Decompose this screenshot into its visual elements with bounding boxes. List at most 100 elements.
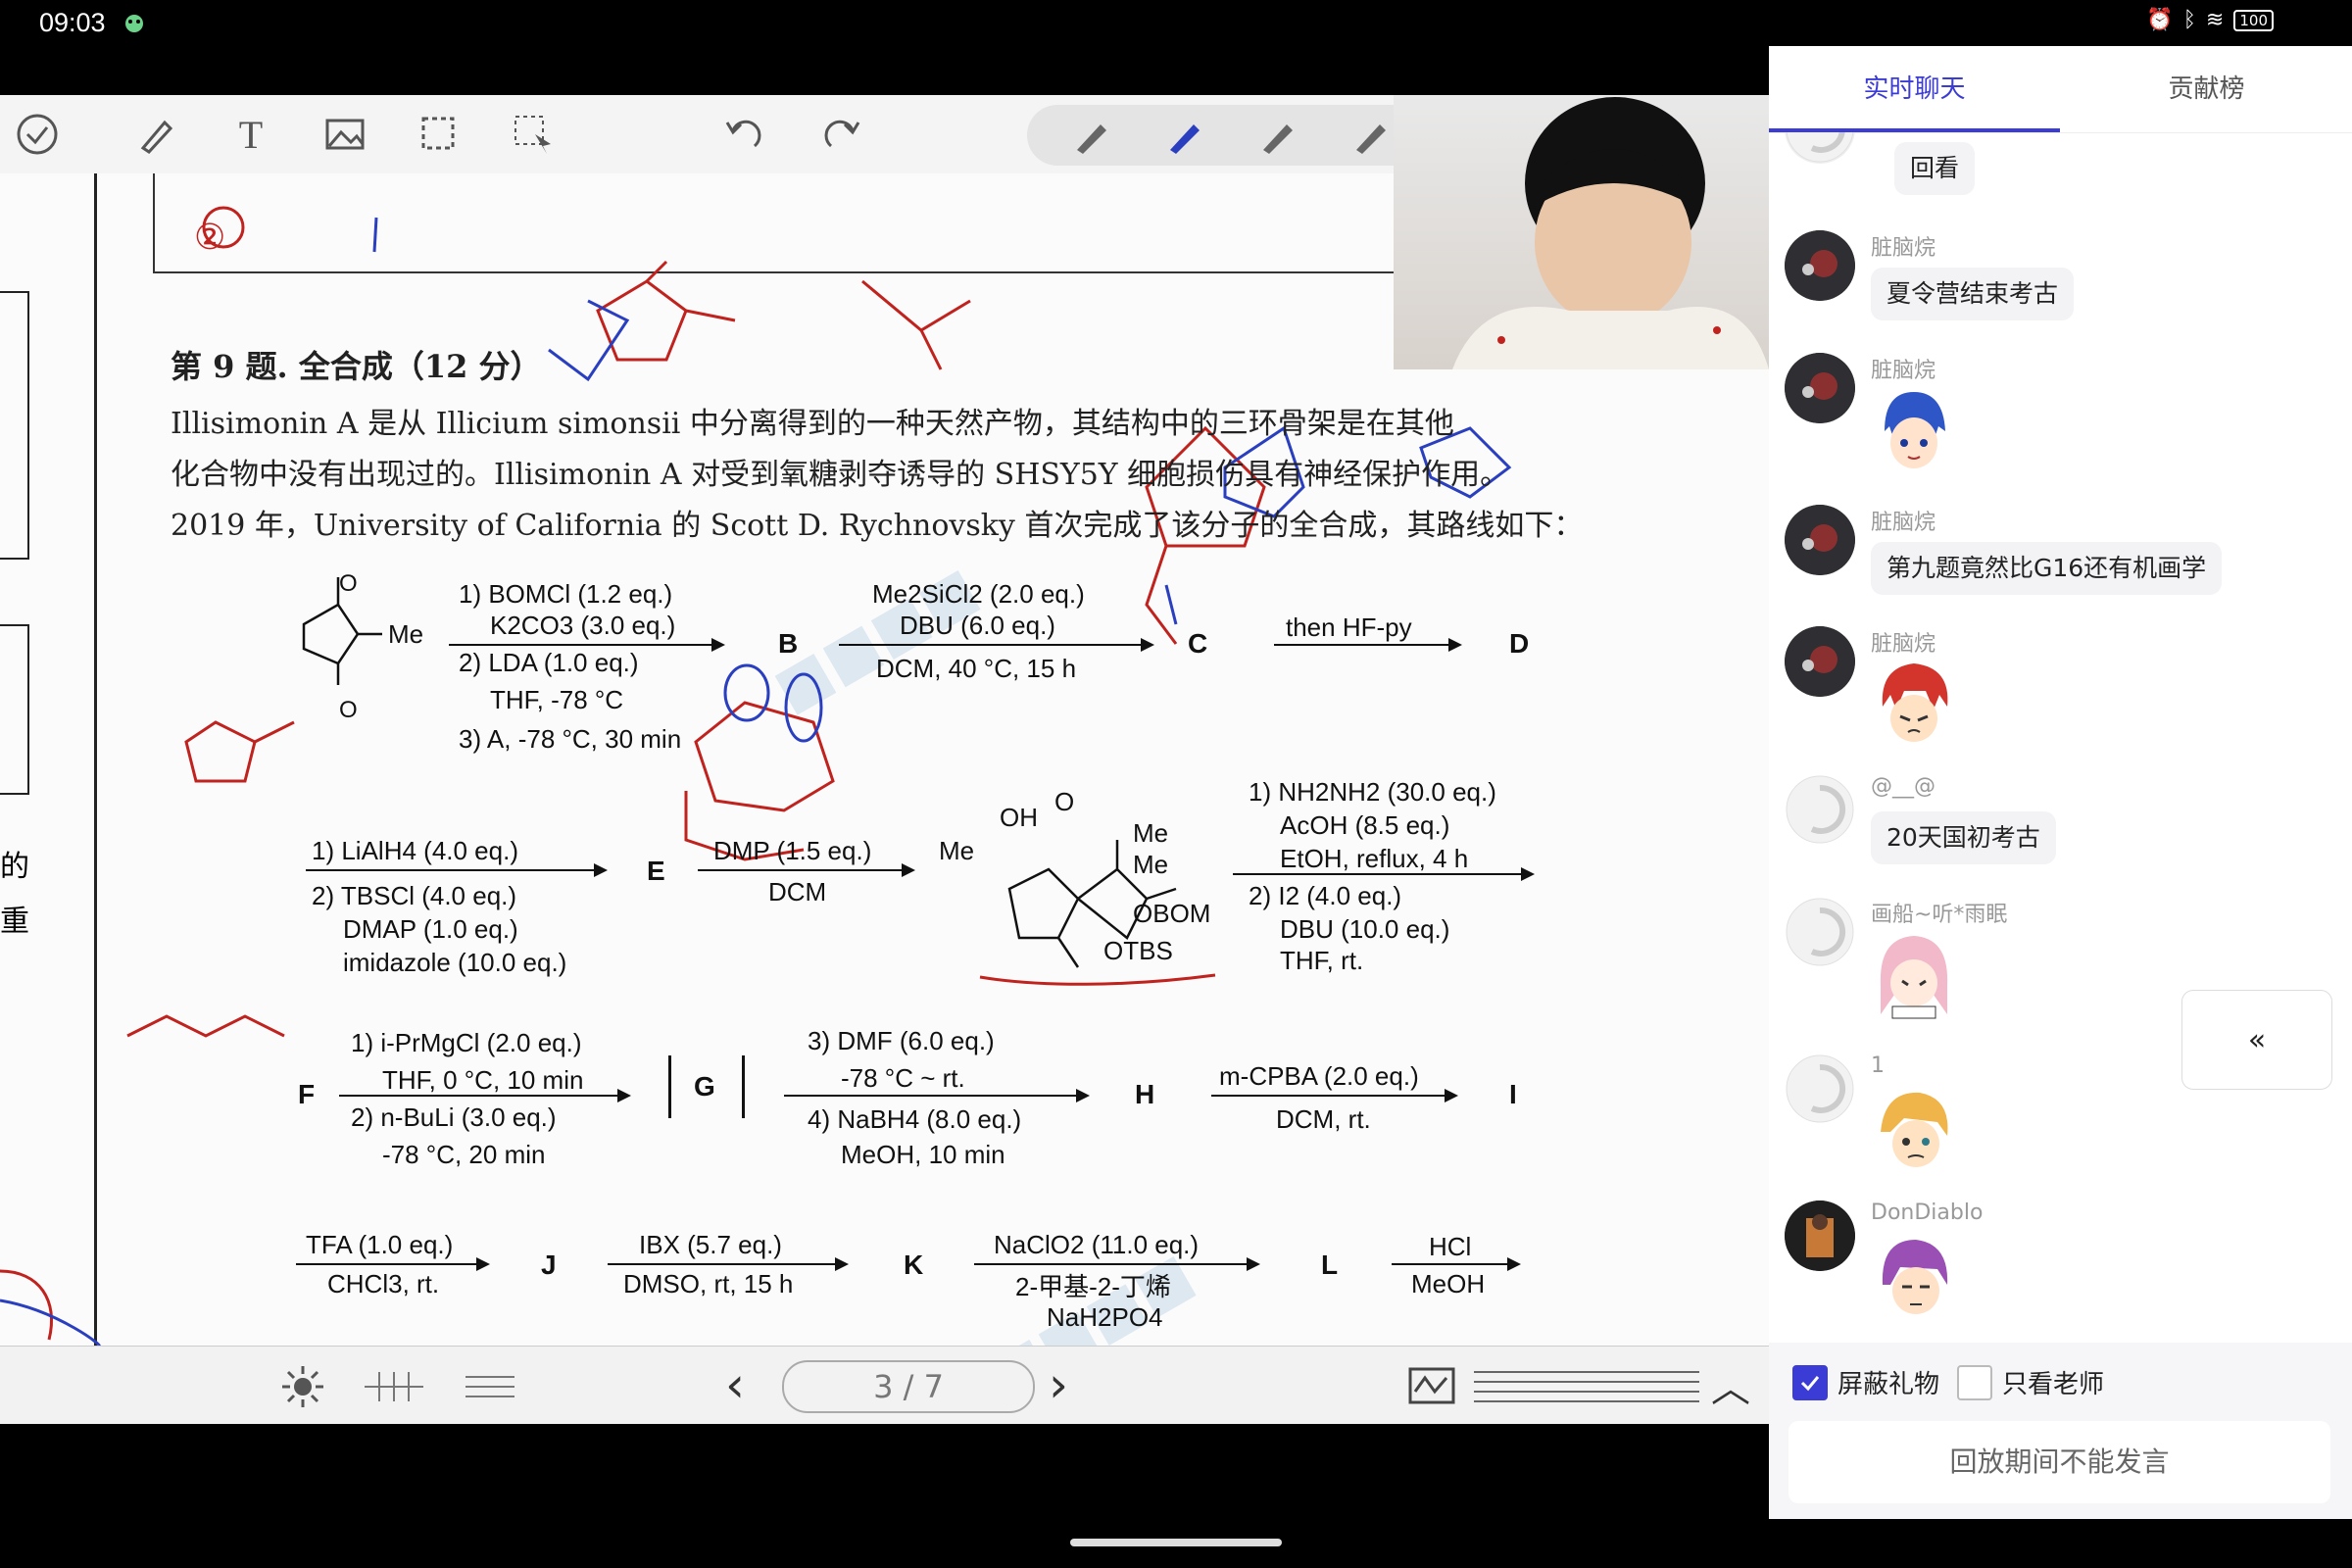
reaction-arrow bbox=[698, 863, 915, 877]
message-text: 夏令营结束考古 bbox=[1871, 268, 2075, 320]
reagent: 3) A, -78 °C, 30 min bbox=[459, 724, 682, 754]
home-indicator[interactable] bbox=[1070, 1539, 1282, 1546]
structure-label: Me bbox=[939, 836, 975, 865]
status-bar: 09:03 ⏰ ᛒ ≋ 100 bbox=[0, 0, 2352, 49]
question-paragraph-line: 化合物中没有出现过的。Illisimonin A 对受到氧糖剥夺诱导的 SHSY… bbox=[171, 458, 1510, 492]
chat-panel: 实时聊天 贡献榜 回看 脏脑烷 夏令营结束考古 脏脑烷 脏脑烷 第九题竟然比G1… bbox=[1769, 46, 2352, 1519]
pen-blue-icon[interactable] bbox=[1164, 117, 1207, 156]
reagent: DBU (6.0 eq.) bbox=[900, 611, 1055, 640]
structure-thumbnail-icon[interactable] bbox=[355, 1362, 433, 1411]
reaction-arrow bbox=[1392, 1257, 1521, 1271]
pen-gray-3-icon[interactable] bbox=[1350, 117, 1394, 156]
compound-label: L bbox=[1321, 1250, 1339, 1280]
username: 脏脑烷 bbox=[1871, 359, 1936, 383]
waveform-icon[interactable] bbox=[1407, 1364, 1456, 1407]
checkbox-unchecked-icon bbox=[1957, 1364, 1992, 1400]
select-icon[interactable] bbox=[508, 109, 559, 160]
reagent: 4) NaBH4 (8.0 eq.) bbox=[808, 1104, 1022, 1134]
reaction-arrow bbox=[1233, 867, 1535, 881]
message-text: 回看 bbox=[1894, 142, 1976, 195]
page-thumbnails-icon[interactable] bbox=[1474, 1364, 1699, 1407]
reaction-arrow bbox=[1274, 638, 1462, 652]
wifi-icon: ≋ bbox=[2205, 8, 2225, 32]
message-text: 第九题竟然比G16还有机画学 bbox=[1871, 542, 2223, 595]
reagent: DCM bbox=[768, 877, 827, 906]
chat-input-disabled[interactable]: 回放期间不能发言 bbox=[1788, 1421, 2330, 1503]
checkbox-label: 屏蔽礼物 bbox=[1838, 1370, 1940, 1399]
starting-material-structure bbox=[302, 577, 382, 685]
pen-gray-icon[interactable] bbox=[1071, 117, 1114, 156]
collapse-panel-button[interactable]: « bbox=[2181, 990, 2332, 1090]
methyl-label: Me bbox=[388, 619, 424, 649]
block-gifts-checkbox[interactable]: 屏蔽礼物 bbox=[1792, 1364, 1939, 1400]
reagent: DCM, rt. bbox=[1276, 1104, 1371, 1134]
lecture-video[interactable]: T 的 重 ■■■■ ■■■■ ② 第 9 题. 全合成（12 分） Illis… bbox=[0, 95, 1769, 1424]
default-avatar bbox=[1785, 1054, 1855, 1124]
message-text: 20天国初考古 bbox=[1871, 811, 2056, 864]
reagent: THF, -78 °C bbox=[490, 685, 624, 714]
reagent: AcOH (8.5 eq.) bbox=[1280, 810, 1450, 840]
reagent: NaClO2 (11.0 eq.) bbox=[994, 1230, 1200, 1259]
whiteboard-bottom-bar: ‹ 3 / 7 › ︿ bbox=[0, 1346, 1769, 1424]
carbonyl-o: O bbox=[339, 697, 358, 723]
reagent: -78 °C, 20 min bbox=[382, 1140, 546, 1169]
panel-tabs: 实时聊天 贡献榜 bbox=[1769, 46, 2352, 133]
battery-icon: 100 bbox=[2233, 9, 2274, 31]
checkbox-checked-icon bbox=[1792, 1364, 1828, 1400]
reagent: 2) TBSCl (4.0 eq.) bbox=[312, 881, 517, 910]
username: DonDiablo bbox=[1871, 1200, 1984, 1225]
reagent: 3) DMF (6.0 eq.) bbox=[808, 1026, 995, 1055]
tab-contribution-rank[interactable]: 贡献榜 bbox=[2061, 46, 2352, 132]
prev-page-icon[interactable]: ‹ bbox=[725, 1356, 745, 1413]
default-avatar bbox=[1785, 897, 1855, 967]
reagent: DBU (10.0 eq.) bbox=[1280, 914, 1450, 944]
image-icon[interactable] bbox=[319, 109, 370, 160]
reaction-arrow bbox=[339, 1089, 631, 1102]
pink-hair-sticker-icon bbox=[1880, 936, 1948, 1019]
reagent: 2-甲基-2-丁烯 bbox=[1015, 1272, 1171, 1301]
red-hair-sticker-icon bbox=[1882, 663, 1948, 742]
lasso-icon[interactable] bbox=[414, 109, 465, 160]
username: 画船~听*雨眠 bbox=[1871, 903, 2008, 927]
next-page-icon[interactable]: › bbox=[1049, 1356, 1068, 1413]
pen-icon[interactable] bbox=[131, 109, 182, 160]
compound-label: J bbox=[541, 1250, 557, 1280]
chat-message-list[interactable]: 回看 脏脑烷 夏令营结束考古 脏脑烷 脏脑烷 第九题竟然比G16还有机画学 脏脑… bbox=[1769, 132, 2352, 1387]
checkbox-label: 只看老师 bbox=[2002, 1370, 2105, 1399]
reagent: TFA (1.0 eq.) bbox=[306, 1230, 454, 1259]
structure-label: O bbox=[1054, 787, 1075, 816]
lines-icon[interactable] bbox=[461, 1362, 519, 1411]
pen-gray-2-icon[interactable] bbox=[1257, 117, 1300, 156]
username: 脏脑烷 bbox=[1871, 632, 1936, 657]
compound-label: I bbox=[1509, 1079, 1517, 1109]
reaction-arrow bbox=[839, 638, 1154, 652]
redo-icon[interactable] bbox=[817, 109, 868, 160]
reagent: m-CPBA (2.0 eq.) bbox=[1219, 1061, 1419, 1091]
tab-live-chat[interactable]: 实时聊天 bbox=[1769, 46, 2060, 132]
teacher-video-frame bbox=[1452, 97, 1769, 369]
reagent: DCM, 40 °C, 15 h bbox=[876, 654, 1077, 683]
reaction-arrow bbox=[784, 1089, 1090, 1102]
reagent: CHCl3, rt. bbox=[327, 1269, 440, 1298]
undo-icon[interactable] bbox=[717, 109, 768, 160]
double-chevron-left-icon: « bbox=[2247, 1022, 2267, 1057]
teacher-only-checkbox[interactable]: 只看老师 bbox=[1957, 1364, 2104, 1400]
reagent: 1) LiAlH4 (4.0 eq.) bbox=[312, 836, 518, 865]
user-avatar bbox=[1785, 1200, 1855, 1271]
reagent: MeOH bbox=[1411, 1269, 1486, 1298]
reagent: 2) n-BuLi (3.0 eq.) bbox=[351, 1102, 557, 1132]
reagent: DMP (1.5 eq.) bbox=[713, 836, 872, 865]
structure-label: OTBS bbox=[1103, 936, 1173, 965]
text-icon[interactable]: T bbox=[225, 109, 276, 160]
carbonyl-o: O bbox=[339, 570, 358, 597]
check-icon[interactable] bbox=[12, 109, 63, 160]
brightness-icon[interactable] bbox=[278, 1362, 327, 1411]
compound-label: D bbox=[1509, 628, 1530, 659]
reaction-arrow bbox=[1211, 1089, 1458, 1102]
reagent: EtOH, reflux, 4 h bbox=[1280, 844, 1469, 873]
user-avatar bbox=[1785, 626, 1855, 697]
compound-label: B bbox=[778, 628, 799, 659]
reagent: IBX (5.7 eq.) bbox=[639, 1230, 782, 1259]
blue-hair-sticker-icon bbox=[1885, 392, 1945, 468]
chevron-up-icon[interactable]: ︿ bbox=[1711, 1356, 1750, 1413]
